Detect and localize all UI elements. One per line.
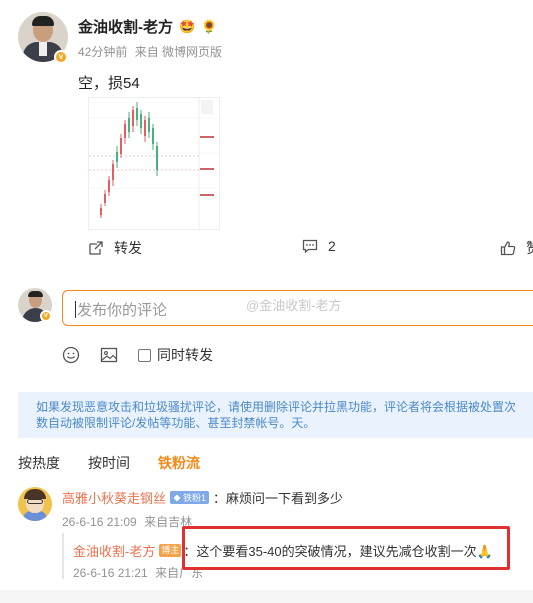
post-time: 42分钟前 来自 微博网页版 (78, 43, 222, 60)
moderation-notice: 如果发现恶意攻击和垃圾骚扰评论，请使用删除评论并拉黑功能，评论者将会根据被处置次… (18, 392, 533, 438)
post-text: 空，损54 (78, 75, 140, 92)
fan-badge-label: 铁粉1 (183, 493, 207, 503)
repost-too-checkbox[interactable] (138, 348, 151, 362)
bottom-divider (0, 590, 533, 603)
comment-sort-tabs: 按热度 按时间 铁粉流 (18, 453, 228, 473)
my-verified-badge-icon: v (40, 310, 52, 322)
fan-badge: 铁粉1 (170, 491, 210, 504)
post-header: v 金油收割-老方 🤩 🌻 42分钟前 来自 微博网页版 (18, 12, 222, 64)
repost-too-label: 同时转发 (157, 347, 213, 363)
image-button[interactable] (100, 346, 118, 364)
watermark: @金油收割-老方 (246, 298, 342, 313)
fan-diamond-icon (173, 494, 181, 501)
reply-time: 26-6-16 21:21 (73, 566, 148, 580)
post-source: 来自 微博网页版 (134, 45, 223, 59)
comment-meta: 26-6-16 21:09 来自吉林 (62, 513, 192, 530)
emoji-button[interactable] (62, 346, 80, 364)
post-image-chart[interactable] (88, 97, 220, 230)
author-emoji-1: 🤩 (179, 18, 196, 34)
comment-input[interactable]: 发布你的评论 @金油收割-老方 (62, 290, 533, 326)
commenter-name[interactable]: 高雅小秋葵走钢丝 (62, 488, 166, 507)
post-actions: 转发 2 赞 (0, 238, 533, 260)
repost-too-option[interactable]: 同时转发 (138, 345, 213, 365)
reply-author-name[interactable]: 金油收割-老方 (73, 541, 155, 560)
tab-sort-fans[interactable]: 铁粉流 (158, 453, 200, 473)
comment-icon (302, 239, 318, 254)
reply-thread-bar (62, 533, 64, 579)
comment-item: 高雅小秋葵走钢丝 铁粉1 ：麻烦问一下看到多少 (62, 488, 343, 507)
candlestick-image (89, 98, 219, 229)
author-name[interactable]: 金油收割-老方 (78, 16, 173, 37)
like-icon (500, 241, 516, 256)
highlight-box (182, 526, 510, 570)
blogger-badge: 博主 (159, 544, 182, 557)
text-caret (75, 301, 76, 318)
commenter-avatar[interactable] (18, 487, 52, 521)
like-label: 赞 (526, 238, 533, 258)
like-button[interactable]: 赞 (500, 238, 533, 258)
repost-button[interactable]: 转发 (88, 238, 142, 258)
tab-sort-time[interactable]: 按时间 (88, 453, 130, 473)
comment-time: 26-6-16 21:09 (62, 515, 137, 529)
comment-text: ：麻烦问一下看到多少 (213, 491, 344, 506)
tab-sort-hot[interactable]: 按热度 (18, 453, 60, 473)
repost-icon (89, 241, 103, 255)
emoji-icon (62, 346, 80, 364)
composer-tools: 同时转发 (62, 345, 233, 365)
repost-label: 转发 (114, 240, 142, 256)
verified-badge-icon: v (54, 50, 68, 64)
comment-placeholder: 发布你的评论 (77, 302, 168, 319)
author-emoji-2: 🌻 (201, 18, 218, 34)
post-time-ago[interactable]: 42分钟前 (78, 45, 127, 59)
comment-button[interactable]: 2 (302, 238, 336, 254)
image-icon (100, 347, 118, 363)
comment-count: 2 (328, 238, 336, 254)
